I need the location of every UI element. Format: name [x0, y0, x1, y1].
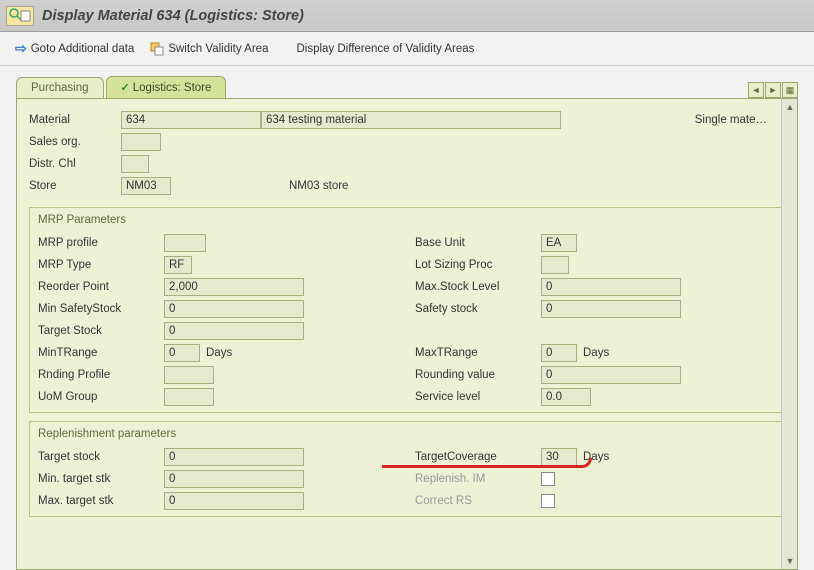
scroll-up-icon[interactable]: ▲ — [783, 100, 797, 114]
scrollbar[interactable]: ▲ ▼ — [781, 99, 797, 569]
tab-container: Purchasing ✓ Logistics: Store ◄ ► ▦ Mate… — [0, 76, 814, 570]
material-field[interactable] — [121, 111, 261, 129]
rnd-label: Rnding Profile — [38, 369, 164, 381]
mintr-unit: Days — [206, 347, 232, 359]
mrp-parameters-group: MRP Parameters MRP profile MRP Type Reor… — [29, 207, 785, 413]
crs-checkbox[interactable] — [541, 494, 555, 508]
tab-logistics-store[interactable]: ✓ Logistics: Store — [106, 76, 227, 98]
mrp-col-left: MRP profile MRP Type Reorder Point Min S… — [30, 232, 407, 408]
lot-field[interactable] — [541, 256, 569, 274]
mrp-type-field[interactable] — [164, 256, 192, 274]
rep-col-left: Target stock Min. target stk Max. target… — [30, 446, 407, 512]
check-icon: ✓ — [121, 81, 130, 94]
rep-max-field[interactable] — [164, 492, 304, 510]
switch-label: Switch Validity Area — [168, 43, 268, 55]
minsafety-field[interactable] — [164, 300, 304, 318]
store-label: Store — [29, 180, 121, 192]
mintr-label: MinTRange — [38, 347, 164, 359]
reorder-label: Reorder Point — [38, 281, 164, 293]
store-desc: NM03 store — [289, 180, 348, 192]
distrch-label: Distr. Chl — [29, 158, 121, 170]
tab-next-button[interactable]: ► — [765, 82, 781, 98]
scroll-down-icon[interactable]: ▼ — [783, 554, 797, 568]
rep-tstock-field[interactable] — [164, 448, 304, 466]
crs-label: Correct RS — [415, 495, 541, 507]
reorder-field[interactable] — [164, 278, 304, 296]
row-salesorg: Sales org. — [29, 131, 767, 153]
toolbar: ⇨ Goto Additional data Switch Validity A… — [0, 32, 814, 66]
rep-tstock-label: Target stock — [38, 451, 164, 463]
lot-label: Lot Sizing Proc — [415, 259, 541, 271]
single-material-label: Single mate… — [695, 114, 767, 126]
diff-label: Display Difference of Validity Areas — [296, 43, 474, 55]
mrp-title: MRP Parameters — [38, 214, 776, 226]
rep-min-field[interactable] — [164, 470, 304, 488]
service-field[interactable] — [541, 388, 591, 406]
goto-label: Goto Additional data — [31, 43, 135, 55]
rim-checkbox[interactable] — [541, 472, 555, 486]
replenishment-group: Replenishment parameters Target stock Mi… — [29, 421, 785, 517]
rep-title: Replenishment parameters — [38, 428, 776, 440]
mrp-col-right: Base Unit Lot Sizing Proc Max.Stock Leve… — [407, 232, 784, 408]
maxtr-unit: Days — [583, 347, 609, 359]
row-material: Material Single mate… — [29, 109, 767, 131]
minsafety-label: Min SafetyStock — [38, 303, 164, 315]
material-desc-field[interactable] — [261, 111, 561, 129]
rep-max-label: Max. target stk — [38, 495, 164, 507]
roundv-label: Rounding value — [415, 369, 541, 381]
rep-cols: Target stock Min. target stk Max. target… — [30, 446, 784, 512]
maxtr-field[interactable] — [541, 344, 577, 362]
row-distrch: Distr. Chl — [29, 153, 767, 175]
tab-nav: ◄ ► ▦ — [748, 82, 798, 98]
uom-field[interactable] — [164, 388, 214, 406]
title-bar: Display Material 634 (Logistics: Store) — [0, 0, 814, 32]
maxtr-label: MaxTRange — [415, 347, 541, 359]
rnd-field[interactable] — [164, 366, 214, 384]
tab-logistics-label: Logistics: Store — [133, 82, 212, 94]
tab-row: Purchasing ✓ Logistics: Store ◄ ► ▦ — [16, 76, 798, 98]
roundv-field[interactable] — [541, 366, 681, 384]
tab-list-button[interactable]: ▦ — [782, 82, 798, 98]
mrp-profile-field[interactable] — [164, 234, 206, 252]
arrow-right-icon: ⇨ — [15, 40, 27, 57]
tstock-field[interactable] — [164, 322, 304, 340]
tab-purchasing-label: Purchasing — [31, 82, 89, 94]
app-icon — [6, 6, 34, 26]
baseunit-label: Base Unit — [415, 237, 541, 249]
salesorg-label: Sales org. — [29, 136, 121, 148]
display-diff-button[interactable]: Display Difference of Validity Areas — [291, 40, 479, 58]
baseunit-field[interactable] — [541, 234, 577, 252]
service-label: Service level — [415, 391, 541, 403]
page-title: Display Material 634 (Logistics: Store) — [42, 8, 304, 24]
salesorg-field[interactable] — [121, 133, 161, 151]
red-underline-annotation — [382, 458, 592, 468]
tab-prev-button[interactable]: ◄ — [748, 82, 764, 98]
maxstock-label: Max.Stock Level — [415, 281, 541, 293]
uom-label: UoM Group — [38, 391, 164, 403]
header-block: Material Single mate… Sales org. Distr. … — [29, 109, 785, 197]
row-store: Store NM03 store — [29, 175, 767, 197]
tstock-label: Target Stock — [38, 325, 164, 337]
store-field[interactable] — [121, 177, 171, 195]
material-label: Material — [29, 114, 121, 126]
rep-col-right: TargetCoverageDays Replenish. IM Correct… — [407, 446, 784, 512]
maxstock-field[interactable] — [541, 278, 681, 296]
switch-icon — [150, 42, 164, 56]
safety-field[interactable] — [541, 300, 681, 318]
mrp-cols: MRP profile MRP Type Reorder Point Min S… — [30, 232, 784, 408]
rim-label: Replenish. IM — [415, 473, 541, 485]
mrp-type-label: MRP Type — [38, 259, 164, 271]
switch-validity-area-button[interactable]: Switch Validity Area — [145, 39, 273, 59]
tab-body: Material Single mate… Sales org. Distr. … — [16, 98, 798, 570]
mrp-profile-label: MRP profile — [38, 237, 164, 249]
tab-purchasing[interactable]: Purchasing — [16, 77, 104, 98]
goto-additional-data-button[interactable]: ⇨ Goto Additional data — [10, 37, 139, 60]
safety-label: Safety stock — [415, 303, 541, 315]
mintr-field[interactable] — [164, 344, 200, 362]
distrch-field[interactable] — [121, 155, 149, 173]
rep-min-label: Min. target stk — [38, 473, 164, 485]
